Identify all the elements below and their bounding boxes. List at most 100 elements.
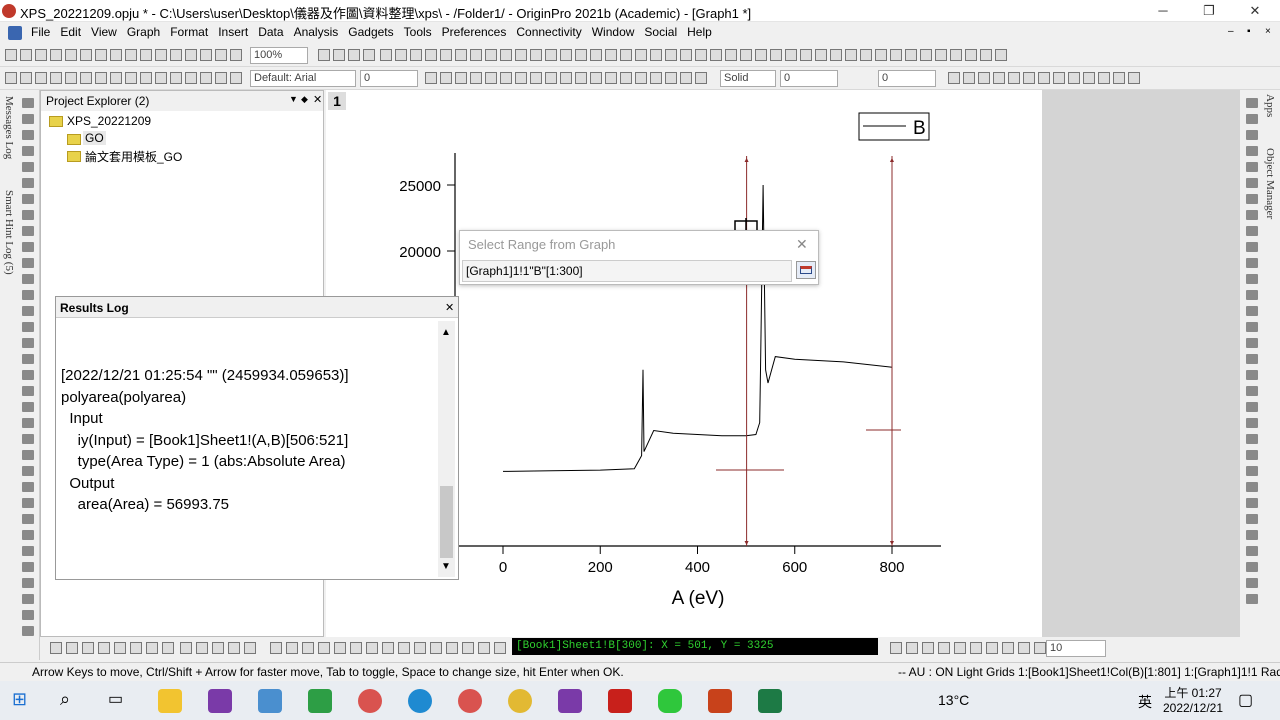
scroll-down-icon[interactable]: ▼ (441, 561, 451, 572)
toolbar-button-icon[interactable] (228, 642, 240, 654)
toolbar-button-icon[interactable] (215, 49, 227, 61)
dock-button-icon[interactable] (1246, 562, 1258, 572)
tool-button-icon[interactable] (22, 130, 34, 140)
toolbar-button-icon[interactable] (890, 49, 902, 61)
toolbar-button-icon[interactable] (200, 72, 212, 84)
toolbar-button-icon[interactable] (425, 72, 437, 84)
toolbar-button-icon[interactable] (545, 49, 557, 61)
toolbar-button-icon[interactable] (20, 49, 32, 61)
menu-format[interactable]: Format (165, 22, 213, 42)
range-picker-button[interactable] (796, 261, 816, 279)
toolbar-button-icon[interactable] (155, 49, 167, 61)
toolbar-button-icon[interactable] (50, 72, 62, 84)
dock-button-icon[interactable] (1246, 226, 1258, 236)
acrobat-icon[interactable] (608, 689, 632, 713)
dock-button-icon[interactable] (1246, 594, 1258, 604)
toolbar-button-icon[interactable] (215, 72, 227, 84)
scrollbar-thumb[interactable] (440, 486, 453, 558)
dock-button-icon[interactable] (1246, 114, 1258, 124)
tool-button-icon[interactable] (22, 402, 34, 412)
toolbar-button-icon[interactable] (348, 49, 360, 61)
scroll-up-icon[interactable]: ▲ (441, 327, 451, 338)
tool-button-icon[interactable] (22, 210, 34, 220)
range-input[interactable]: [Graph1]1!1"B"[1:300] (462, 260, 792, 282)
toolbar-button-icon[interactable] (950, 49, 962, 61)
tool-button-icon[interactable] (22, 98, 34, 108)
toolbar-button-icon[interactable] (230, 72, 242, 84)
toolbar-button-icon[interactable] (380, 49, 392, 61)
tool-button-icon[interactable] (22, 610, 34, 620)
menu-insert[interactable]: Insert (213, 22, 253, 42)
toolbar-button-icon[interactable] (35, 49, 47, 61)
line-style-select[interactable]: Solid (720, 70, 776, 87)
font-select[interactable]: Default: Arial (250, 70, 356, 87)
close-button[interactable]: ✕ (1232, 0, 1278, 22)
toolbar-button-icon[interactable] (575, 72, 587, 84)
dock-button-icon[interactable] (1246, 370, 1258, 380)
toolbar-button-icon[interactable] (334, 642, 346, 654)
messages-log-tab[interactable]: Messages Log (3, 96, 15, 159)
toolbar-button-icon[interactable] (398, 642, 410, 654)
menu-gadgets[interactable]: Gadgets (343, 22, 398, 42)
toolbar-button-icon[interactable] (162, 642, 174, 654)
tool-button-icon[interactable] (22, 594, 34, 604)
toolbar-button-icon[interactable] (830, 49, 842, 61)
menu-tools[interactable]: Tools (399, 22, 437, 42)
mdi-min-icon[interactable]: – (1228, 26, 1234, 37)
toolbar-button-icon[interactable] (470, 49, 482, 61)
dock-button-icon[interactable] (1246, 274, 1258, 284)
start-icon[interactable]: ⊞ (12, 689, 36, 713)
origin-app-icon[interactable] (358, 689, 382, 713)
toolbar-button-icon[interactable] (710, 49, 722, 61)
menu-file[interactable]: File (26, 22, 55, 42)
toolbar-button-icon[interactable] (485, 49, 497, 61)
toolbar-button-icon[interactable] (125, 72, 137, 84)
toolbar-button-icon[interactable] (560, 49, 572, 61)
toolbar-button-icon[interactable] (905, 49, 917, 61)
toolbar-button-icon[interactable] (890, 642, 902, 654)
toolbar-button-icon[interactable] (382, 642, 394, 654)
menu-edit[interactable]: Edit (55, 22, 86, 42)
toolbar-button-icon[interactable] (635, 72, 647, 84)
font-size-select[interactable]: 0 (360, 70, 418, 87)
dock-button-icon[interactable] (1246, 194, 1258, 204)
toolbar-button-icon[interactable] (170, 49, 182, 61)
tool-button-icon[interactable] (22, 242, 34, 252)
fill-select[interactable]: 0 (878, 70, 936, 87)
dock-button-icon[interactable] (1246, 146, 1258, 156)
toolbar-button-icon[interactable] (395, 49, 407, 61)
toolbar-button-icon[interactable] (470, 72, 482, 84)
menu-view[interactable]: View (86, 22, 122, 42)
menu-analysis[interactable]: Analysis (289, 22, 344, 42)
close-icon[interactable]: ✕ (313, 93, 322, 106)
toolbar-button-icon[interactable] (98, 642, 110, 654)
dock-button-icon[interactable] (1246, 322, 1258, 332)
toolbar-button-icon[interactable] (1098, 72, 1110, 84)
toolbar-button-icon[interactable] (110, 49, 122, 61)
toolbar-button-icon[interactable] (65, 49, 77, 61)
toolbar-button-icon[interactable] (286, 642, 298, 654)
toolbar-button-icon[interactable] (740, 49, 752, 61)
excel-icon[interactable] (758, 689, 782, 713)
toolbar-button-icon[interactable] (970, 642, 982, 654)
tool-button-icon[interactable] (22, 178, 34, 188)
dock-button-icon[interactable] (1246, 130, 1258, 140)
tool-button-icon[interactable] (22, 290, 34, 300)
toolbar-button-icon[interactable] (545, 72, 557, 84)
toolbar-button-icon[interactable] (244, 642, 256, 654)
toolbar-button-icon[interactable] (446, 642, 458, 654)
toolbar-button-icon[interactable] (455, 49, 467, 61)
toolbar-button-icon[interactable] (66, 642, 78, 654)
toolbar-button-icon[interactable] (530, 49, 542, 61)
toolbar-button-icon[interactable] (125, 49, 137, 61)
tool-button-icon[interactable] (22, 146, 34, 156)
folder-go[interactable]: GO (83, 131, 106, 145)
toolbar-button-icon[interactable] (230, 49, 242, 61)
results-log-scrollbar[interactable]: ▲ ▼ (438, 321, 455, 577)
dock-button-icon[interactable] (1246, 402, 1258, 412)
toolbar-button-icon[interactable] (605, 72, 617, 84)
toolbar-button-icon[interactable] (845, 49, 857, 61)
tool-button-icon[interactable] (22, 274, 34, 284)
project-root[interactable]: XPS_20221209 (67, 114, 151, 128)
tool-button-icon[interactable] (22, 578, 34, 588)
